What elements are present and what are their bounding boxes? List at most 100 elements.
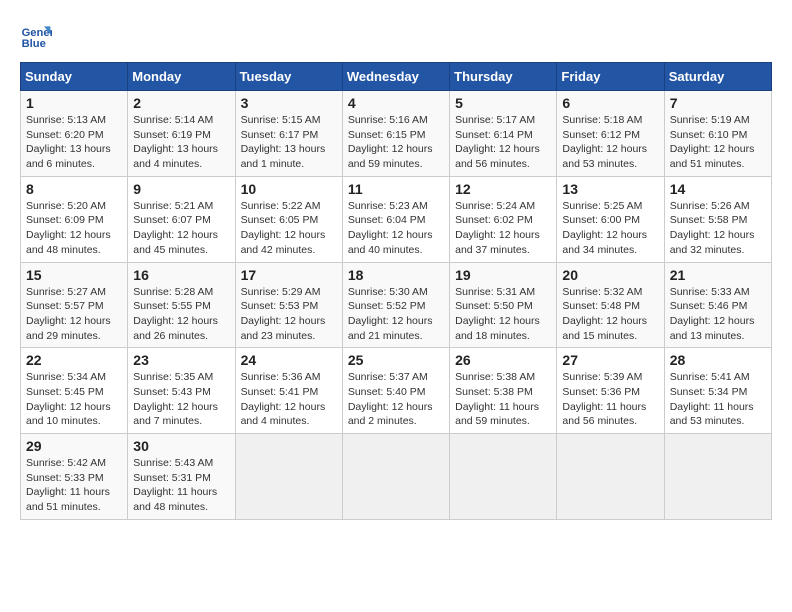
day-number: 29 — [26, 438, 122, 454]
week-row-2: 8Sunrise: 5:20 AMSunset: 6:09 PMDaylight… — [21, 176, 772, 262]
day-number: 6 — [562, 95, 658, 111]
calendar-cell: 11 Sunrise: 5:23 AMSunset: 6:04 PMDayligh… — [342, 176, 449, 262]
calendar-table: SundayMondayTuesdayWednesdayThursdayFrid… — [20, 62, 772, 520]
cell-info: Sunrise: 5:17 AMSunset: 6:14 PMDaylight:… — [455, 113, 551, 172]
cell-info: Sunrise: 5:14 AMSunset: 6:19 PMDaylight:… — [133, 113, 229, 172]
day-number: 24 — [241, 352, 337, 368]
calendar-cell: 25Sunrise: 5:37 AMSunset: 5:40 PMDayligh… — [342, 348, 449, 434]
header-day-wednesday: Wednesday — [342, 63, 449, 91]
day-number: 4 — [348, 95, 444, 111]
calendar-cell: 1 Sunrise: 5:13 AMSunset: 6:20 PMDaylight… — [21, 91, 128, 177]
calendar-cell: 24 Sunrise: 5:36 AMSunset: 5:41 PMDayligh… — [235, 348, 342, 434]
cell-info: Sunrise: 5:16 AMSunset: 6:15 PMDaylight:… — [348, 113, 444, 172]
cell-info: Sunrise: 5:42 AMSunset: 5:33 PMDaylight:… — [26, 456, 122, 515]
day-number: 17 — [241, 267, 337, 283]
calendar-cell: 12 Sunrise: 5:24 AMSunset: 6:02 PMDayligh… — [450, 176, 557, 262]
day-number: 13 — [562, 181, 658, 197]
cell-info: Sunrise: 5:23 AMSunset: 6:04 PMDaylight:… — [348, 199, 444, 258]
cell-info: Sunrise: 5:31 AMSunset: 5:50 PMDaylight:… — [455, 285, 551, 344]
cell-info: Sunrise: 5:29 AMSunset: 5:53 PMDaylight:… — [241, 285, 337, 344]
day-number: 16 — [133, 267, 229, 283]
cell-info: Sunrise: 5:26 AMSunset: 5:58 PMDaylight:… — [670, 199, 766, 258]
day-number: 22 — [26, 352, 122, 368]
calendar-cell: 21Sunrise: 5:33 AMSunset: 5:46 PMDayligh… — [664, 262, 771, 348]
calendar-cell: 2 Sunrise: 5:14 AMSunset: 6:19 PMDaylight… — [128, 91, 235, 177]
calendar-cell: 18 Sunrise: 5:30 AMSunset: 5:52 PMDayligh… — [342, 262, 449, 348]
day-number: 12 — [455, 181, 551, 197]
day-number: 30 — [133, 438, 229, 454]
calendar-cell: 26 Sunrise: 5:38 AMSunset: 5:38 PMDayligh… — [450, 348, 557, 434]
cell-info: Sunrise: 5:24 AMSunset: 6:02 PMDaylight:… — [455, 199, 551, 258]
week-row-4: 22 Sunrise: 5:34 AMSunset: 5:45 PMDayligh… — [21, 348, 772, 434]
day-number: 7 — [670, 95, 766, 111]
cell-info: Sunrise: 5:30 AMSunset: 5:52 PMDaylight:… — [348, 285, 444, 344]
cell-info: Sunrise: 5:19 AMSunset: 6:10 PMDaylight:… — [670, 113, 766, 172]
cell-info: Sunrise: 5:41 AMSunset: 5:34 PMDaylight:… — [670, 370, 766, 429]
calendar-cell — [664, 434, 771, 520]
calendar-cell: 5 Sunrise: 5:17 AMSunset: 6:14 PMDaylight… — [450, 91, 557, 177]
cell-info: Sunrise: 5:32 AMSunset: 5:48 PMDaylight:… — [562, 285, 658, 344]
day-number: 5 — [455, 95, 551, 111]
cell-info: Sunrise: 5:38 AMSunset: 5:38 PMDaylight:… — [455, 370, 551, 429]
logo-icon: General Blue — [20, 20, 52, 52]
cell-info: Sunrise: 5:39 AMSunset: 5:36 PMDaylight:… — [562, 370, 658, 429]
calendar-cell: 27 Sunrise: 5:39 AMSunset: 5:36 PMDayligh… — [557, 348, 664, 434]
week-row-5: 29 Sunrise: 5:42 AMSunset: 5:33 PMDayligh… — [21, 434, 772, 520]
day-number: 11 — [348, 181, 444, 197]
cell-info: Sunrise: 5:18 AMSunset: 6:12 PMDaylight:… — [562, 113, 658, 172]
header-row: SundayMondayTuesdayWednesdayThursdayFrid… — [21, 63, 772, 91]
day-number: 28 — [670, 352, 766, 368]
calendar-cell: 17 Sunrise: 5:29 AMSunset: 5:53 PMDayligh… — [235, 262, 342, 348]
cell-info: Sunrise: 5:15 AMSunset: 6:17 PMDaylight:… — [241, 113, 337, 172]
week-row-3: 15Sunrise: 5:27 AMSunset: 5:57 PMDayligh… — [21, 262, 772, 348]
page-header: General Blue — [20, 20, 772, 52]
day-number: 18 — [348, 267, 444, 283]
calendar-cell: 30 Sunrise: 5:43 AMSunset: 5:31 PMDayligh… — [128, 434, 235, 520]
calendar-cell — [450, 434, 557, 520]
day-number: 8 — [26, 181, 122, 197]
calendar-cell: 15Sunrise: 5:27 AMSunset: 5:57 PMDayligh… — [21, 262, 128, 348]
calendar-cell: 22 Sunrise: 5:34 AMSunset: 5:45 PMDayligh… — [21, 348, 128, 434]
calendar-cell: 19 Sunrise: 5:31 AMSunset: 5:50 PMDayligh… — [450, 262, 557, 348]
cell-info: Sunrise: 5:43 AMSunset: 5:31 PMDaylight:… — [133, 456, 229, 515]
cell-info: Sunrise: 5:25 AMSunset: 6:00 PMDaylight:… — [562, 199, 658, 258]
calendar-cell: 9 Sunrise: 5:21 AMSunset: 6:07 PMDaylight… — [128, 176, 235, 262]
cell-info: Sunrise: 5:34 AMSunset: 5:45 PMDaylight:… — [26, 370, 122, 429]
calendar-body: 1 Sunrise: 5:13 AMSunset: 6:20 PMDaylight… — [21, 91, 772, 520]
header-day-monday: Monday — [128, 63, 235, 91]
cell-info: Sunrise: 5:28 AMSunset: 5:55 PMDaylight:… — [133, 285, 229, 344]
cell-info: Sunrise: 5:37 AMSunset: 5:40 PMDaylight:… — [348, 370, 444, 429]
svg-text:Blue: Blue — [22, 38, 46, 50]
logo: General Blue — [20, 20, 52, 52]
calendar-cell: 14 Sunrise: 5:26 AMSunset: 5:58 PMDayligh… — [664, 176, 771, 262]
cell-info: Sunrise: 5:27 AMSunset: 5:57 PMDaylight:… — [26, 285, 122, 344]
day-number: 19 — [455, 267, 551, 283]
cell-info: Sunrise: 5:36 AMSunset: 5:41 PMDaylight:… — [241, 370, 337, 429]
calendar-cell: 10Sunrise: 5:22 AMSunset: 6:05 PMDayligh… — [235, 176, 342, 262]
calendar-cell: 7 Sunrise: 5:19 AMSunset: 6:10 PMDaylight… — [664, 91, 771, 177]
calendar-cell — [557, 434, 664, 520]
day-number: 1 — [26, 95, 122, 111]
day-number: 14 — [670, 181, 766, 197]
cell-info: Sunrise: 5:35 AMSunset: 5:43 PMDaylight:… — [133, 370, 229, 429]
day-number: 9 — [133, 181, 229, 197]
calendar-cell — [342, 434, 449, 520]
day-number: 26 — [455, 352, 551, 368]
calendar-cell: 8Sunrise: 5:20 AMSunset: 6:09 PMDaylight… — [21, 176, 128, 262]
calendar-cell: 13 Sunrise: 5:25 AMSunset: 6:00 PMDayligh… — [557, 176, 664, 262]
day-number: 2 — [133, 95, 229, 111]
header-day-friday: Friday — [557, 63, 664, 91]
calendar-header: SundayMondayTuesdayWednesdayThursdayFrid… — [21, 63, 772, 91]
header-day-tuesday: Tuesday — [235, 63, 342, 91]
calendar-cell: 29 Sunrise: 5:42 AMSunset: 5:33 PMDayligh… — [21, 434, 128, 520]
day-number: 27 — [562, 352, 658, 368]
calendar-cell: 4 Sunrise: 5:16 AMSunset: 6:15 PMDaylight… — [342, 91, 449, 177]
cell-info: Sunrise: 5:21 AMSunset: 6:07 PMDaylight:… — [133, 199, 229, 258]
day-number: 23 — [133, 352, 229, 368]
cell-info: Sunrise: 5:13 AMSunset: 6:20 PMDaylight:… — [26, 113, 122, 172]
calendar-cell: 16 Sunrise: 5:28 AMSunset: 5:55 PMDayligh… — [128, 262, 235, 348]
day-number: 10 — [241, 181, 337, 197]
calendar-cell: 3Sunrise: 5:15 AMSunset: 6:17 PMDaylight… — [235, 91, 342, 177]
week-row-1: 1 Sunrise: 5:13 AMSunset: 6:20 PMDaylight… — [21, 91, 772, 177]
calendar-cell: 28 Sunrise: 5:41 AMSunset: 5:34 PMDayligh… — [664, 348, 771, 434]
